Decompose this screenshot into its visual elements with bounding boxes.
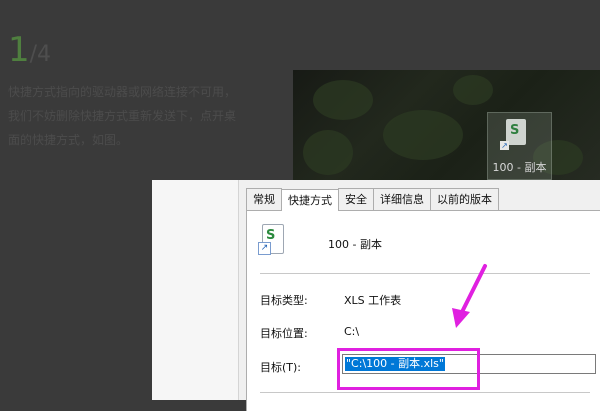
step-indicator: 1/4 xyxy=(8,30,51,75)
target-type-label: 目标类型: xyxy=(260,294,308,307)
xls-file-icon: S xyxy=(506,119,526,145)
target-field[interactable]: "C:\100 - 副本.xls" xyxy=(342,354,596,374)
tab-previous-versions[interactable]: 以前的版本 xyxy=(430,188,499,211)
tab-shortcut[interactable]: 快捷方式 xyxy=(281,189,339,211)
tab-security[interactable]: 安全 xyxy=(338,188,374,211)
annotation-arrow-icon xyxy=(452,264,487,328)
tab-general[interactable]: 常规 xyxy=(246,188,282,211)
shortcut-arrow-icon: ↗ xyxy=(500,141,509,150)
desktop-icon-label: 100 - 副本 xyxy=(492,161,547,174)
desktop-shortcut-icon[interactable]: S ↗ 100 - 副本 xyxy=(487,112,552,180)
target-location-label: 目标位置: xyxy=(260,327,308,340)
instruction-text: 快捷方式指向的驱动器或网络连接不可用， 我们不妨删除快捷方式重新发送下，点开桌 … xyxy=(8,80,284,152)
tab-details[interactable]: 详细信息 xyxy=(373,188,431,211)
divider xyxy=(260,273,590,274)
shortcut-arrow-icon: ↗ xyxy=(258,242,271,255)
target-location-value: C:\ xyxy=(344,325,360,338)
target-type-value: XLS 工作表 xyxy=(344,294,402,307)
desktop-background xyxy=(293,70,600,180)
tab-bar: 常规 快捷方式 安全 详细信息 以前的版本 xyxy=(246,188,499,211)
target-selected-text: "C:\100 - 副本.xls" xyxy=(345,357,445,371)
instruction-line: 我们不妨删除快捷方式重新发送下，点开桌 xyxy=(8,109,237,123)
target-label: 目标(T): xyxy=(260,361,302,374)
instruction-line: 面的快捷方式，如图。 xyxy=(8,133,129,147)
file-name: 100 - 副本 xyxy=(328,238,382,251)
tab-content-shortcut xyxy=(246,210,600,411)
instruction-line: 快捷方式指向的驱动器或网络连接不可用， xyxy=(8,85,237,99)
divider xyxy=(260,392,590,393)
step-current: 1 xyxy=(8,30,30,70)
xls-shortcut-icon: S ↗ xyxy=(258,224,284,256)
step-total: /4 xyxy=(29,42,52,67)
